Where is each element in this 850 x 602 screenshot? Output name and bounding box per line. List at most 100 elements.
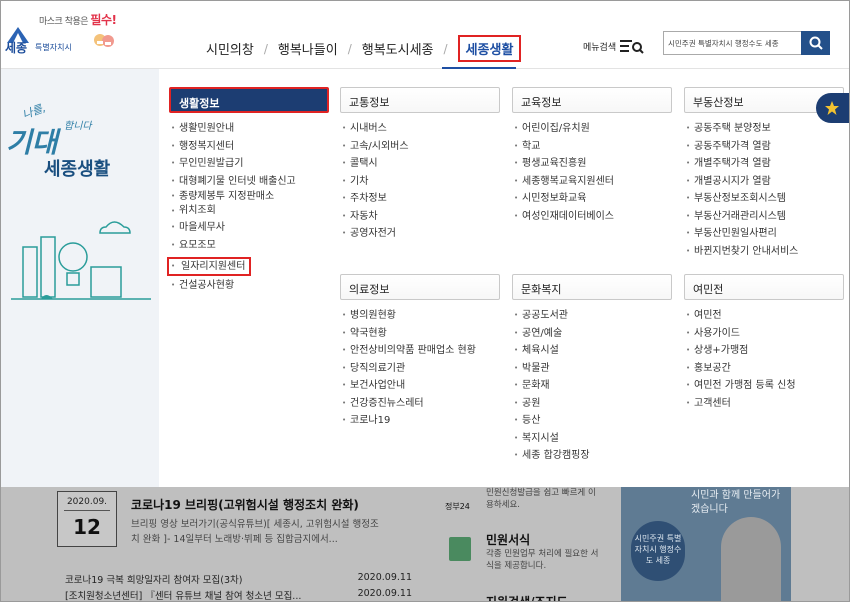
menu-item[interactable]: 어린이집/유치원 [512, 120, 672, 138]
menu-item[interactable]: 부동산민원일사편리 [684, 225, 844, 243]
mayor-promo-banner[interactable]: 시민과 함께 만들어가겠습니다 시민주권 특별자치시 행정수도 세종 [621, 487, 791, 601]
category-culture-welfare: 문화복지 공공도서관 공연/예술 체육시설 박물관 문화재 공원 등산 복지시설… [512, 274, 672, 465]
menu-item[interactable]: 상생+가맹점 [684, 342, 844, 360]
nav-separator: / [347, 41, 352, 56]
site-header: 마스크 착용은 필수! 세종 특별자치시 시민의창 / 행복나들이 / 행복도시… [1, 1, 849, 70]
menu-item-continued[interactable]: 위치조회 [169, 203, 329, 219]
quick-services: 정부24 민원신청발급을 쉽고 빠르게 이용하세요. 민원서식 각종 민원업무 … [431, 487, 611, 601]
menu-item[interactable]: 시민정보화교육 [512, 190, 672, 208]
menu-item[interactable]: 코로나19 [340, 412, 500, 430]
menu-item[interactable]: 건강증진뉴스레터 [340, 395, 500, 413]
star-icon [825, 101, 839, 115]
menu-item[interactable]: 개별주택가격 열람 [684, 155, 844, 173]
menu-item[interactable]: 안전상비의약품 판매업소 현황 [340, 342, 500, 360]
category-yeominjeon: 여민전 여민전 사용가이드 상생+가맹점 홍보공간 여민전 가맹점 등록 신청 … [684, 274, 844, 412]
menu-item[interactable]: 행정복지센터 [169, 138, 329, 156]
news-title[interactable]: 코로나19 브리핑(고위험시설 행정조치 완화) [131, 496, 359, 513]
mega-menu: 생활정보 생활민원안내 행정복지센터 무인민원발급기 대형폐기물 인터넷 배출신… [159, 69, 849, 487]
next-service-title[interactable]: 지원검색/조지도 [486, 593, 568, 601]
list-item-title: [조치원청소년센터] 『센터 유튜브 채널 참여 청소년 모집... [65, 591, 302, 602]
menu-item[interactable]: 부동산정보조회시스템 [684, 190, 844, 208]
menu-item[interactable]: 학교 [512, 138, 672, 156]
menu-item[interactable]: 고속/시외버스 [340, 138, 500, 156]
menu-item[interactable]: 복지시설 [512, 430, 672, 448]
menu-item[interactable]: 자동차 [340, 208, 500, 226]
category-title[interactable]: 문화복지 [512, 274, 672, 300]
nav-happy-outing[interactable]: 행복나들이 [278, 39, 338, 58]
menu-item[interactable]: 공원 [512, 395, 672, 413]
search-input[interactable]: 시민주권 특별자치시 행정수도 세종 [663, 31, 802, 55]
menu-item[interactable]: 공공도서관 [512, 307, 672, 325]
menu-item[interactable]: 공연/예술 [512, 325, 672, 343]
menu-item[interactable]: 바뀐지번찾기 안내서비스 [684, 243, 844, 261]
search-icon [809, 36, 823, 50]
menu-item[interactable]: 무인민원발급기 [169, 155, 329, 173]
favorite-button[interactable] [816, 93, 849, 123]
menu-item[interactable]: 개별공시지가 열람 [684, 173, 844, 191]
slogan-line-4: 세종생활 [44, 159, 111, 180]
menu-item[interactable]: 사용가이드 [684, 325, 844, 343]
menu-item[interactable]: 공영자전거 [340, 225, 500, 243]
menu-item[interactable]: 박물관 [512, 360, 672, 378]
menu-item[interactable]: 여민전 [684, 307, 844, 325]
menu-item[interactable]: 여민전 가맹점 등록 신청 [684, 377, 844, 395]
menu-item[interactable]: 당직의료기관 [340, 360, 500, 378]
menu-item[interactable]: 평생교육진흥원 [512, 155, 672, 173]
menu-item[interactable]: 요모조모 [169, 237, 329, 255]
menu-item[interactable]: 홍보공간 [684, 360, 844, 378]
menu-item[interactable]: 기차 [340, 173, 500, 191]
promo-badge: 시민주권 특별자치시 행정수도 세종 [631, 521, 685, 581]
menu-item[interactable]: 체육시설 [512, 342, 672, 360]
nav-separator: / [443, 41, 448, 56]
menu-item[interactable]: 여성인재데이터베이스 [512, 208, 672, 226]
nav-sejong-life[interactable]: 세종생활 [457, 35, 522, 62]
nav-separator: / [263, 41, 268, 56]
mayor-photo [721, 517, 781, 601]
menu-item[interactable]: 보건사업안내 [340, 377, 500, 395]
forms-desc: 각종 민원업무 처리에 필요한 서식을 제공합니다. [486, 549, 599, 571]
menu-item[interactable]: 건설공사현황 [169, 277, 329, 295]
gov24-label[interactable]: 정부24 [445, 501, 470, 512]
menu-item[interactable]: 등산 [512, 412, 672, 430]
category-title[interactable]: 여민전 [684, 274, 844, 300]
forms-title[interactable]: 민원서식 [486, 531, 530, 548]
notice-list: 코로나19 극복 희망일자리 참여자 모집(3차) 2020.09.11 [조치원… [57, 572, 412, 602]
list-item[interactable]: 코로나19 극복 희망일자리 참여자 모집(3차) 2020.09.11 [57, 572, 412, 588]
menu-item[interactable]: 공동주택가격 열람 [684, 138, 844, 156]
nav-citizens-window[interactable]: 시민의창 [206, 39, 254, 58]
menu-item[interactable]: 고객센터 [684, 395, 844, 413]
document-icon [449, 537, 471, 561]
page-content-dimmed: 2020.09. 12 코로나19 브리핑(고위험시설 행정조치 완화) 브리핑… [1, 487, 849, 602]
category-title[interactable]: 의료정보 [340, 274, 500, 300]
category-title[interactable]: 교통정보 [340, 87, 500, 113]
list-item[interactable]: [조치원청소년센터] 『센터 유튜브 채널 참여 청소년 모집... 2020.0… [57, 588, 412, 602]
list-item-date: 2020.09.11 [357, 588, 412, 599]
menu-item[interactable]: 병의원현황 [340, 307, 500, 325]
search-button[interactable] [801, 31, 830, 55]
menu-item[interactable]: 마을세무사 [169, 219, 329, 237]
menu-item[interactable]: 주차정보 [340, 190, 500, 208]
logo-tagline: 마스크 착용은 필수! [39, 13, 117, 27]
nav-happy-city[interactable]: 행복도시세종 [362, 39, 434, 58]
menu-item[interactable]: 약국현황 [340, 325, 500, 343]
menu-item[interactable]: 공동주택 분양정보 [684, 120, 844, 138]
menu-item[interactable]: 시내버스 [340, 120, 500, 138]
category-title[interactable]: 교육정보 [512, 87, 672, 113]
menu-search-button[interactable]: 메뉴검색 [583, 38, 644, 54]
browser-frame: 마스크 착용은 필수! 세종 특별자치시 시민의창 / 행복나들이 / 행복도시… [0, 0, 850, 602]
menu-item[interactable]: 부동산거래관리시스템 [684, 208, 844, 226]
menu-item[interactable]: 대형폐기물 인터넷 배출신고 [169, 173, 329, 191]
menu-item[interactable]: 콜택시 [340, 155, 500, 173]
sejong-logo[interactable]: 마스크 착용은 필수! 세종 특별자치시 [5, 9, 120, 59]
menu-item[interactable]: 문화재 [512, 377, 672, 395]
list-item-date: 2020.09.11 [357, 572, 412, 583]
menu-item[interactable]: 종량제봉투 지정판매소 [169, 190, 329, 203]
menu-search-icon [620, 40, 644, 54]
category-title[interactable]: 생활정보 [169, 87, 329, 113]
menu-item[interactable]: 생활민원안내 [169, 120, 329, 138]
category-life-info: 생활정보 생활민원안내 행정복지센터 무인민원발급기 대형폐기물 인터넷 배출신… [167, 87, 329, 295]
menu-item-job-center[interactable]: 일자리지원센터 [167, 257, 252, 276]
menu-item[interactable]: 세종행복교육지원센터 [512, 173, 672, 191]
menu-item[interactable]: 세종 합강캠핑장 [512, 447, 672, 465]
news-date: 2020.09. 12 [57, 491, 117, 547]
